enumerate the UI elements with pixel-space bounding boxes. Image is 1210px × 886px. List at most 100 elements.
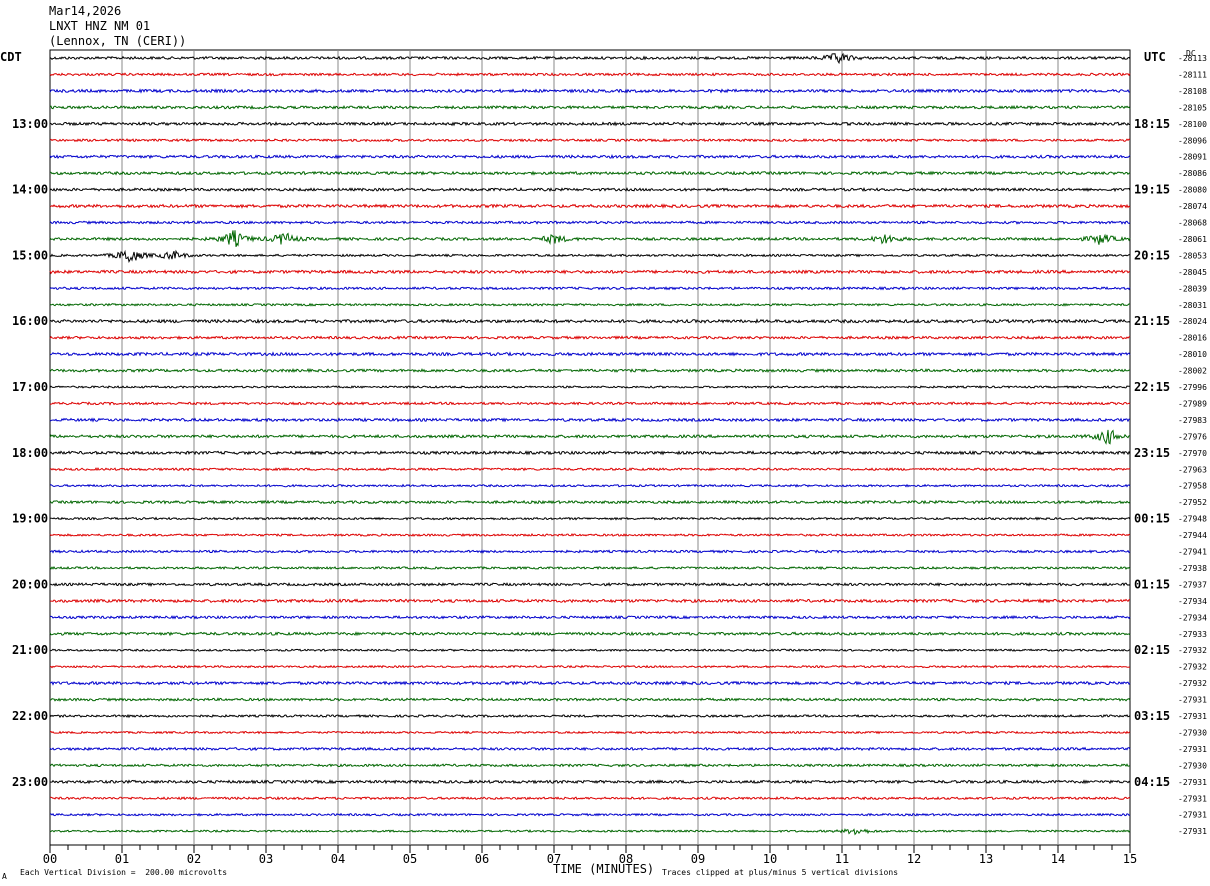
x-tick-label: 10 — [763, 852, 777, 866]
x-tick-label: 12 — [907, 852, 921, 866]
dc-offset-label: -27944 — [1178, 531, 1207, 540]
cdt-hour-label: 18:00 — [12, 446, 48, 460]
dc-offset-label: -28080 — [1178, 186, 1207, 195]
dc-offset-label: -28100 — [1178, 120, 1207, 129]
trace-line — [49, 812, 1131, 817]
dc-offset-label: -27932 — [1178, 646, 1207, 655]
x-tick-label: 09 — [691, 852, 705, 866]
trace-line — [49, 52, 1131, 65]
dc-offset-label: -28091 — [1178, 153, 1207, 162]
dc-offset-label: -27989 — [1178, 399, 1207, 408]
utc-hour-label: 23:15 — [1134, 446, 1170, 460]
trace-line — [49, 154, 1131, 160]
x-tick-label: 01 — [115, 852, 129, 866]
dc-offset-label: -27938 — [1178, 564, 1207, 573]
trace-line — [49, 483, 1131, 488]
dc-offset-label: -27996 — [1178, 383, 1207, 392]
trace-line — [49, 401, 1131, 406]
trace-line — [49, 249, 1131, 263]
trace-line — [49, 697, 1131, 702]
utc-hour-label: 21:15 — [1134, 314, 1170, 328]
dc-offset-label: -27931 — [1178, 794, 1207, 803]
trace-line — [49, 385, 1130, 389]
dc-offset-label: -27934 — [1178, 597, 1207, 606]
trace-line — [49, 203, 1131, 210]
dc-offset-label: -28045 — [1178, 268, 1207, 277]
trace-line — [49, 648, 1131, 653]
vertical-division-scale: Each Vertical Division = 200.00 microvol… — [20, 868, 228, 877]
cdt-hour-label: 23:00 — [12, 775, 48, 789]
trace-line — [49, 631, 1131, 637]
trace-line — [49, 170, 1131, 176]
cdt-hour-label: 15:00 — [12, 248, 48, 262]
x-axis-title: TIME (MINUTES) — [553, 862, 655, 876]
trace-line — [49, 220, 1131, 225]
x-tick-label: 05 — [403, 852, 417, 866]
utc-hour-label: 02:15 — [1134, 643, 1170, 657]
dc-offset-label: -27932 — [1178, 679, 1207, 688]
cdt-hour-label: 20:00 — [12, 577, 48, 591]
x-tick-label: 11 — [835, 852, 849, 866]
trace-line — [49, 763, 1131, 768]
dc-offset-label: -28074 — [1178, 202, 1207, 211]
cdt-hour-label: 13:00 — [12, 117, 48, 131]
dc-offset-label: -27941 — [1178, 548, 1207, 557]
trace-line — [49, 533, 1131, 538]
dc-offset-label: -27930 — [1178, 728, 1207, 737]
x-tick-label: 03 — [259, 852, 273, 866]
trace-line — [49, 779, 1131, 785]
x-tick-label: 00 — [43, 852, 57, 866]
trace-line — [49, 138, 1131, 143]
trace-line — [49, 286, 1131, 291]
dc-offset-label: -28024 — [1178, 317, 1207, 326]
x-tick-label: 14 — [1051, 852, 1065, 866]
dc-offset-label: -28039 — [1178, 284, 1207, 293]
dc-offset-label: -27931 — [1178, 745, 1207, 754]
cdt-hour-label: 22:00 — [12, 709, 48, 723]
dc-offset-label: -28096 — [1178, 136, 1207, 145]
trace-line — [49, 565, 1131, 571]
plot-frame — [49, 49, 1131, 846]
corner-mark: A — [2, 872, 7, 881]
dc-offset-label: -28031 — [1178, 301, 1207, 310]
trace-line — [49, 614, 1131, 620]
trace-line — [49, 417, 1131, 423]
dc-offset-label: -28105 — [1178, 103, 1207, 112]
trace-line — [49, 467, 1131, 472]
dc-offset-label: -27932 — [1178, 663, 1207, 672]
dc-offset-label: -27963 — [1178, 465, 1207, 474]
trace-line — [49, 72, 1131, 77]
utc-hour-label: 00:15 — [1134, 512, 1170, 526]
x-tick-label: 04 — [331, 852, 345, 866]
dc-offset-label: -28068 — [1178, 219, 1207, 228]
trace-line — [49, 499, 1131, 505]
trace-line — [49, 429, 1131, 445]
trace-line — [49, 302, 1131, 307]
seismogram-chart: -28113 -28111 -28108 -28105 -28100 -28096 -280… — [12, 49, 1207, 866]
utc-hour-label: 22:15 — [1134, 380, 1170, 394]
dc-offset-label: -27931 — [1178, 811, 1207, 820]
cdt-hour-label: 14:00 — [12, 183, 48, 197]
dc-offset-label: -28086 — [1178, 169, 1207, 178]
x-tick-label: 13 — [979, 852, 993, 866]
trace-line — [49, 104, 1131, 110]
trace-line — [49, 269, 1131, 275]
cdt-hour-label: 17:00 — [12, 380, 48, 394]
trace-line — [49, 713, 1131, 719]
dc-offset-label: -27983 — [1178, 416, 1207, 425]
dc-offset-label: -27931 — [1178, 696, 1207, 705]
trace-line — [49, 230, 1131, 247]
dc-offset-label: -27931 — [1178, 712, 1207, 721]
dc-offset-label: -27952 — [1178, 498, 1207, 507]
dc-offset-label: -28113 — [1178, 54, 1207, 63]
dc-offset-label: -27931 — [1178, 778, 1207, 787]
trace-line — [49, 186, 1131, 193]
trace-line — [49, 598, 1130, 604]
trace-line — [49, 664, 1131, 669]
cdt-hour-label: 21:00 — [12, 643, 48, 657]
dc-offset-label: -27937 — [1178, 580, 1207, 589]
trace-line — [49, 796, 1131, 801]
dc-offset-label: -28108 — [1178, 87, 1207, 96]
utc-hour-label: 20:15 — [1134, 248, 1170, 262]
x-tick-label: 15 — [1123, 852, 1137, 866]
